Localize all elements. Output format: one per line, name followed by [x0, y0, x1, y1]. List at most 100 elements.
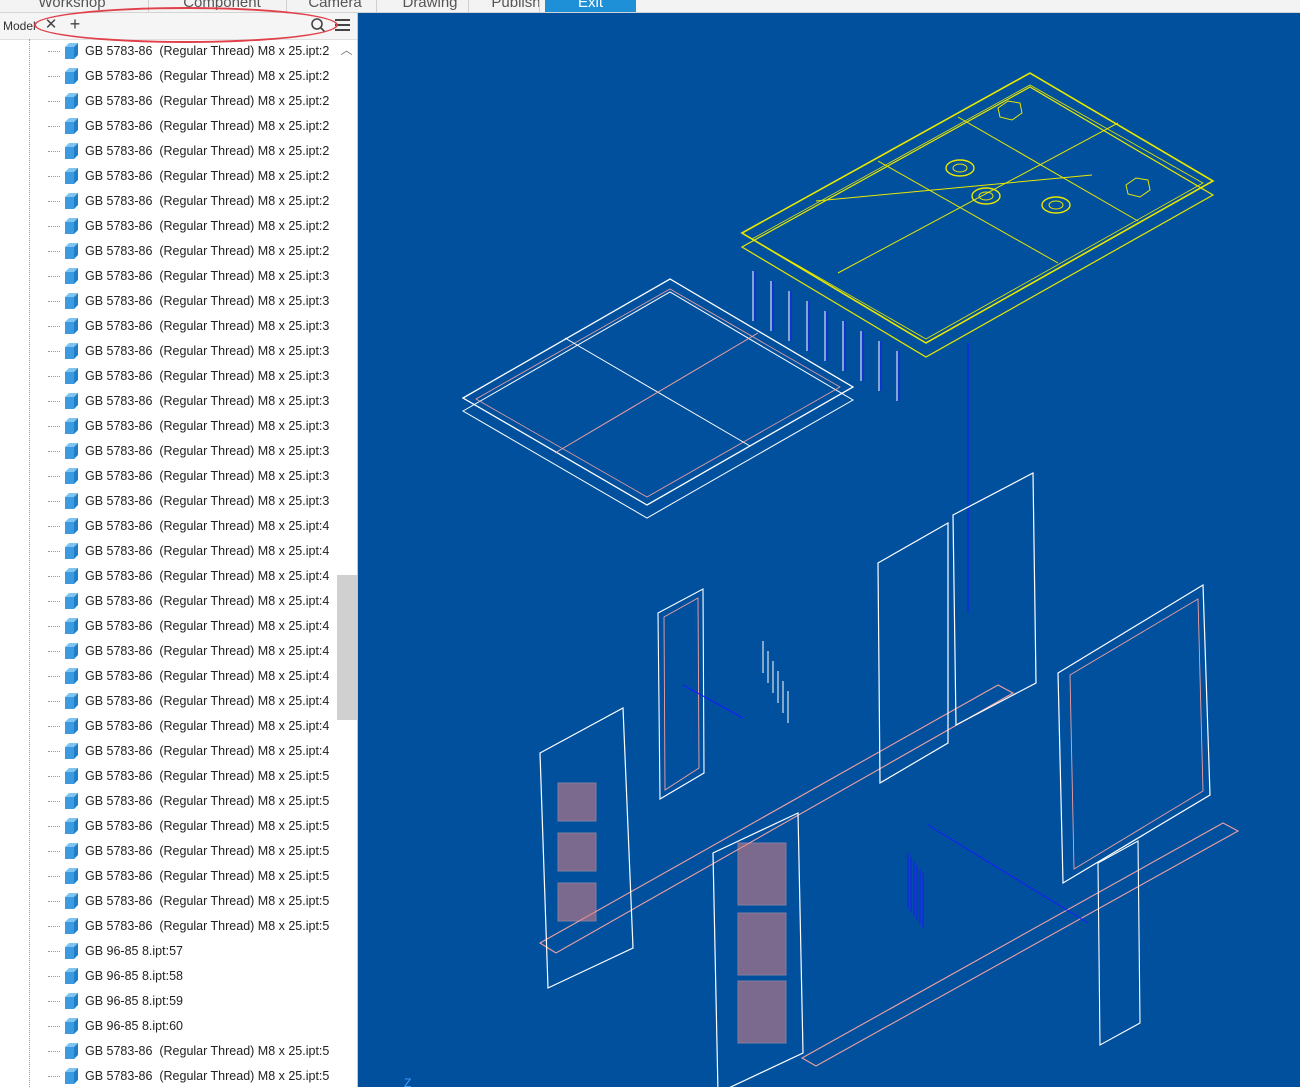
mesh-panel [737, 912, 787, 976]
tree-branch-line [48, 176, 60, 177]
bottom-right-plate [1097, 840, 1141, 1046]
tree-branch-line [48, 1026, 60, 1027]
tree-item-label: GB 5783-86 (Regular Thread) M8 x 25.ipt:… [85, 844, 330, 858]
tree-item[interactable]: GB 5783-86 (Regular Thread) M8 x 25.ipt:… [0, 114, 337, 139]
tree-item[interactable]: GB 5783-86 (Regular Thread) M8 x 25.ipt:… [0, 414, 337, 439]
cover-hole-inner [952, 163, 968, 173]
tree-item[interactable]: GB 5783-86 (Regular Thread) M8 x 25.ipt:… [0, 239, 337, 264]
tree-item[interactable]: GB 5783-86 (Regular Thread) M8 x 25.ipt:… [0, 314, 337, 339]
tree-item[interactable]: GB 5783-86 (Regular Thread) M8 x 25.ipt:… [0, 339, 337, 364]
tree-item[interactable]: GB 5783-86 (Regular Thread) M8 x 25.ipt:… [0, 189, 337, 214]
search-icon[interactable] [309, 16, 327, 34]
tree-item[interactable]: GB 5783-86 (Regular Thread) M8 x 25.ipt:… [0, 589, 337, 614]
part-cube-icon [62, 1017, 80, 1035]
tree-item[interactable]: GB 5783-86 (Regular Thread) M8 x 25.ipt:… [0, 264, 337, 289]
tree-item[interactable]: GB 5783-86 (Regular Thread) M8 x 25.ipt:… [0, 739, 337, 764]
tree-item[interactable]: GB 5783-86 (Regular Thread) M8 x 25.ipt:… [0, 214, 337, 239]
tab-separator [468, 0, 469, 12]
tree-item[interactable]: GB 5783-86 (Regular Thread) M8 x 25.ipt:… [0, 689, 337, 714]
tree-item-label: GB 5783-86 (Regular Thread) M8 x 25.ipt:… [85, 294, 330, 308]
tree-item[interactable]: GB 5783-86 (Regular Thread) M8 x 25.ipt:… [0, 139, 337, 164]
graphics-viewport[interactable]: Z [358, 13, 1300, 1087]
ribbon-tab-exit[interactable]: Exit [545, 0, 636, 12]
tree-branch-line [48, 851, 60, 852]
part-cube-icon [62, 667, 80, 685]
tree-item[interactable]: GB 5783-86 (Regular Thread) M8 x 25.ipt:… [0, 789, 337, 814]
ribbon-tab-component[interactable]: Component [154, 0, 290, 12]
tree-item-label: GB 5783-86 (Regular Thread) M8 x 25.ipt:… [85, 319, 330, 333]
tree-item-label: GB 5783-86 (Regular Thread) M8 x 25.ipt:… [85, 669, 330, 683]
selected-top-cover-inner [751, 84, 1204, 340]
tree-item-label: GB 5783-86 (Regular Thread) M8 x 25.ipt:… [85, 394, 330, 408]
tree-item[interactable]: GB 5783-86 (Regular Thread) M8 x 25.ipt:… [0, 839, 337, 864]
tree-item[interactable]: GB 5783-86 (Regular Thread) M8 x 25.ipt:… [0, 64, 337, 89]
tree-branch-line [48, 226, 60, 227]
tree-item[interactable]: GB 5783-86 (Regular Thread) M8 x 25.ipt:… [0, 564, 337, 589]
tree-item[interactable]: GB 5783-86 (Regular Thread) M8 x 25.ipt:… [0, 664, 337, 689]
tree-item-label: GB 5783-86 (Regular Thread) M8 x 25.ipt:… [85, 494, 330, 508]
part-cube-icon [62, 792, 80, 810]
tree-item[interactable]: GB 5783-86 (Regular Thread) M8 x 25.ipt:… [0, 889, 337, 914]
tree-branch-line [48, 701, 60, 702]
hamburger-menu-icon[interactable] [334, 17, 352, 35]
tree-item[interactable]: GB 5783-86 (Regular Thread) M8 x 25.ipt:… [0, 39, 337, 64]
ribbon-tab-drawing[interactable]: Drawing [382, 0, 478, 12]
tree-item-label: GB 5783-86 (Regular Thread) M8 x 25.ipt:… [85, 869, 330, 883]
tree-item[interactable]: GB 96-85 8.ipt:60 [0, 1014, 337, 1039]
part-cube-icon [62, 467, 80, 485]
tree-item-label: GB 5783-86 (Regular Thread) M8 x 25.ipt:… [85, 194, 330, 208]
tree-branch-line [48, 551, 60, 552]
tree-branch-line [48, 801, 60, 802]
tree-item[interactable]: GB 5783-86 (Regular Thread) M8 x 25.ipt:… [0, 639, 337, 664]
tree-item[interactable]: GB 5783-86 (Regular Thread) M8 x 25.ipt:… [0, 364, 337, 389]
tree-item-label: GB 5783-86 (Regular Thread) M8 x 25.ipt:… [85, 569, 330, 583]
ribbon-tab-workshop[interactable]: Workshop [14, 0, 130, 12]
tree-branch-line [48, 576, 60, 577]
ribbon-tab-camera[interactable]: Camera [292, 0, 378, 12]
tree-item[interactable]: GB 5783-86 (Regular Thread) M8 x 25.ipt:… [0, 89, 337, 114]
tree-item[interactable]: GB 96-85 8.ipt:57 [0, 939, 337, 964]
tree-branch-line [48, 926, 60, 927]
tree-item[interactable]: GB 5783-86 (Regular Thread) M8 x 25.ipt:… [0, 539, 337, 564]
tree-item[interactable]: GB 5783-86 (Regular Thread) M8 x 25.ipt:… [0, 514, 337, 539]
cover-hole [971, 187, 1001, 205]
tree-branch-line [48, 876, 60, 877]
part-cube-icon [62, 1067, 80, 1085]
scroll-up-arrow[interactable]: ︿ [339, 43, 354, 57]
tree-item[interactable]: GB 96-85 8.ipt:58 [0, 964, 337, 989]
scrollbar-thumb[interactable] [337, 575, 357, 720]
tree-item[interactable]: GB 5783-86 (Regular Thread) M8 x 25.ipt:… [0, 764, 337, 789]
tree-item[interactable]: GB 5783-86 (Regular Thread) M8 x 25.ipt:… [0, 1039, 337, 1064]
tree-item-label: GB 5783-86 (Regular Thread) M8 x 25.ipt:… [85, 44, 330, 58]
tree-item[interactable]: GB 5783-86 (Regular Thread) M8 x 25.ipt:… [0, 714, 337, 739]
tree-item-label: GB 5783-86 (Regular Thread) M8 x 25.ipt:… [85, 794, 330, 808]
tree-item[interactable]: GB 5783-86 (Regular Thread) M8 x 25.ipt:… [0, 914, 337, 939]
part-cube-icon [62, 717, 80, 735]
explode-trail [927, 824, 1089, 924]
tree-item[interactable]: GB 5783-86 (Regular Thread) M8 x 25.ipt:… [0, 464, 337, 489]
tree-item[interactable]: GB 96-85 8.ipt:59 [0, 989, 337, 1014]
tree-item[interactable]: GB 5783-86 (Regular Thread) M8 x 25.ipt:… [0, 439, 337, 464]
tree-item[interactable]: GB 5783-86 (Regular Thread) M8 x 25.ipt:… [0, 614, 337, 639]
tree-item[interactable]: GB 5783-86 (Regular Thread) M8 x 25.ipt:… [0, 389, 337, 414]
model-tree: GB 5783-86 (Regular Thread) M8 x 25.ipt:… [0, 39, 357, 1087]
tree-branch-line [48, 376, 60, 377]
tree-item[interactable]: GB 5783-86 (Regular Thread) M8 x 25.ipt:… [0, 164, 337, 189]
tree-item[interactable]: GB 5783-86 (Regular Thread) M8 x 25.ipt:… [0, 814, 337, 839]
small-plate-inner [663, 597, 700, 791]
tree-item-label: GB 5783-86 (Regular Thread) M8 x 25.ipt:… [85, 619, 330, 633]
tree-item[interactable]: GB 5783-86 (Regular Thread) M8 x 25.ipt:… [0, 1064, 337, 1087]
tree-item-label: GB 5783-86 (Regular Thread) M8 x 25.ipt:… [85, 644, 330, 658]
tree-item[interactable]: GB 5783-86 (Regular Thread) M8 x 25.ipt:… [0, 489, 337, 514]
scrollbar-track[interactable] [337, 57, 357, 1087]
part-cube-icon [62, 342, 80, 360]
tree-item-label: GB 5783-86 (Regular Thread) M8 x 25.ipt:… [85, 219, 330, 233]
tree-branch-line [48, 751, 60, 752]
part-cube-icon [62, 767, 80, 785]
part-cube-icon [62, 967, 80, 985]
close-icon[interactable]: ✕ [42, 16, 60, 34]
tree-item[interactable]: GB 5783-86 (Regular Thread) M8 x 25.ipt:… [0, 864, 337, 889]
tree-item[interactable]: GB 5783-86 (Regular Thread) M8 x 25.ipt:… [0, 289, 337, 314]
plus-icon[interactable]: + [66, 14, 84, 34]
part-cube-icon [62, 567, 80, 585]
